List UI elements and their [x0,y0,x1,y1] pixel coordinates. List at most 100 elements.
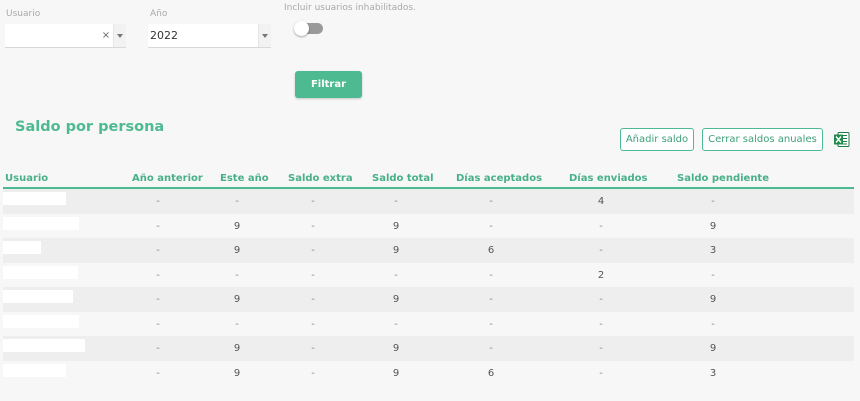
user-name-cell [3,363,66,377]
table-cell: - [489,343,493,354]
balance-table: Usuario Año anterior Este año Saldo extr… [3,170,854,385]
user-name-cell [3,290,73,303]
table-row[interactable]: ------- [3,311,854,336]
table-header: Usuario Año anterior Este año Saldo extr… [3,170,854,189]
column-header-saldo-total[interactable]: Saldo total [372,173,434,184]
user-name-cell [3,339,85,352]
table-cell: - [311,220,315,232]
table-cell: - [489,294,493,305]
table-cell: - [599,220,603,232]
table-cell: - [311,318,315,330]
user-name-cell [3,192,66,205]
table-cell: - [711,318,715,330]
user-name-cell [3,265,78,279]
user-name-cell [3,314,79,328]
table-row[interactable]: - 9 - 9 - - 9 [3,287,854,312]
table-cell: - [235,318,239,330]
table-cell: - [156,294,160,305]
table-row[interactable]: - 9 - 9 - - 9 [3,213,854,238]
usuario-select[interactable]: × [5,24,126,48]
table-cell: 9 [392,343,400,354]
table-cell: - [156,318,160,330]
table-cell: - [489,269,493,281]
table-cell: - [311,294,315,305]
table-cell: - [489,220,493,232]
column-header-saldo-extra[interactable]: Saldo extra [288,173,353,184]
table-cell: - [156,367,160,379]
table-cell: - [311,245,315,256]
table-cell: - [156,269,160,281]
usuario-dropdown-toggle[interactable] [113,24,126,47]
table-cell: 9 [392,220,400,232]
column-header-ano-anterior[interactable]: Año anterior [132,173,203,184]
close-annual-balances-button[interactable]: Cerrar saldos anuales [702,128,823,151]
table-body: -----4--9-9--9-9-96-3-----2--9-9--9-----… [3,189,854,385]
toggle-knob [294,21,309,36]
table-cell: - [489,318,493,330]
table-cell: 6 [487,245,495,256]
table-row[interactable]: - 9 - 9 - - 9 [3,336,854,361]
table-cell: - [311,196,315,207]
table-cell: - [235,196,239,207]
table-cell: - [311,269,315,281]
table-cell: 9 [709,294,717,305]
include-disabled-toggle[interactable] [294,21,323,36]
ano-dropdown-toggle[interactable] [258,24,271,47]
table-cell: - [311,343,315,354]
chevron-down-icon [262,33,268,38]
table-cell: - [599,343,603,354]
table-cell: 9 [709,343,717,354]
column-header-este-ano[interactable]: Este año [220,173,269,184]
clear-icon[interactable]: × [99,30,113,41]
table-cell: - [156,196,160,207]
table-cell: 3 [709,245,717,256]
column-header-saldo-pendiente[interactable]: Saldo pendiente [677,173,769,184]
table-cell: 4 [597,196,605,207]
usuario-label: Usuario [6,9,41,19]
table-cell: - [711,196,715,207]
table-cell: 9 [233,367,241,379]
table-cell: 2 [597,269,605,281]
table-row[interactable]: - 9 - 9 6 - 3 [3,238,854,263]
ano-select[interactable]: 2022 [148,24,271,48]
table-cell: - [394,196,398,207]
table-cell: 9 [233,220,241,232]
table-cell: - [599,318,603,330]
table-cell: - [599,245,603,256]
chevron-down-icon [117,33,123,38]
column-header-dias-enviados[interactable]: Días enviados [569,173,648,184]
column-header-dias-aceptados[interactable]: Días aceptados [456,173,542,184]
table-cell: - [599,294,603,305]
column-header-usuario[interactable]: Usuario [5,173,48,184]
page-title: Saldo por persona [15,119,165,135]
add-balance-button[interactable]: Añadir saldo [620,128,694,151]
table-cell: - [394,318,398,330]
table-cell: 3 [709,367,717,379]
filter-button[interactable]: Filtrar [295,71,362,98]
table-row[interactable]: - - - - - 2 - [3,262,854,287]
table-cell: 9 [392,245,400,256]
table-cell: 9 [709,220,717,232]
table-cell: 9 [233,245,241,256]
toggle-label: Incluir usuarios inhabilitados. [284,3,416,13]
ano-select-value: 2022 [150,29,178,42]
table-cell: - [156,343,160,354]
table-cell: 9 [392,294,400,305]
user-name-cell [3,241,41,254]
table-row[interactable]: - 9 - 9 6 - 3 [3,360,854,385]
table-cell: 9 [233,343,241,354]
table-cell: - [235,269,239,281]
table-cell: - [394,269,398,281]
table-cell: 9 [233,294,241,305]
table-row[interactable]: - - - - - 4 - [3,189,854,214]
table-cell: - [156,245,160,256]
user-name-cell [3,216,79,230]
ano-label: Año [150,9,168,19]
table-cell: 6 [487,367,495,379]
excel-icon[interactable] [833,131,850,148]
table-cell: - [489,196,493,207]
table-cell: - [711,269,715,281]
table-cell: 9 [392,367,400,379]
table-cell: - [311,367,315,379]
table-cell: - [599,367,603,379]
